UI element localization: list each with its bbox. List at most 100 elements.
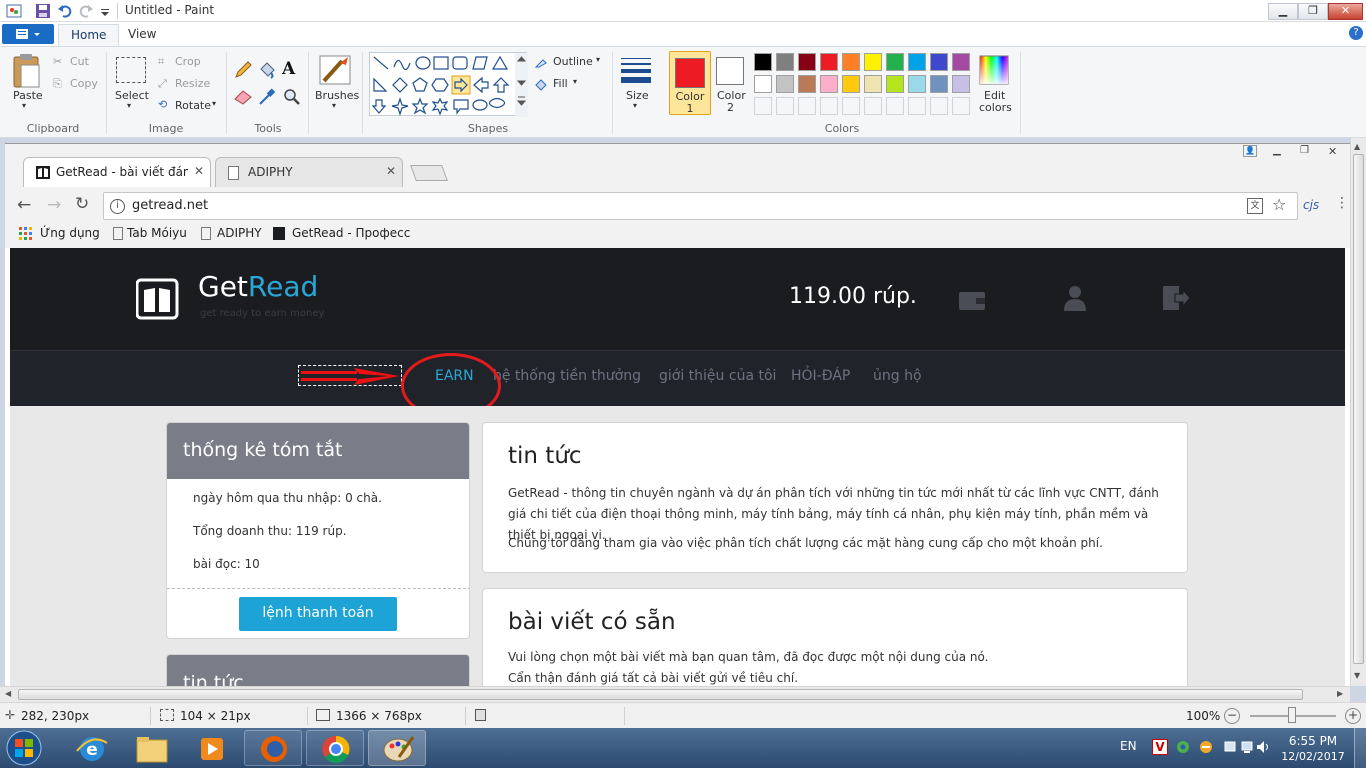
zoom-out-button[interactable]: − (1224, 708, 1240, 724)
fill-dropdown-icon[interactable]: ▾ (573, 77, 577, 86)
palette-color-swatch[interactable] (952, 75, 970, 93)
rotate-dropdown-icon[interactable]: ▾ (212, 99, 216, 108)
palette-empty-swatch[interactable] (798, 97, 816, 115)
fill-button[interactable]: Fill (553, 77, 568, 90)
browser-profile-icon[interactable]: 👤 (1243, 145, 1257, 157)
paste-icon[interactable] (11, 53, 43, 89)
tab-home[interactable]: Home (58, 24, 120, 46)
bookmark-tab-moiyu[interactable]: Tab Móiyu (127, 226, 187, 240)
explorer-icon[interactable] (122, 730, 180, 766)
browser-close-button[interactable]: ✕ (1328, 145, 1337, 158)
tab-close-icon[interactable]: ✕ (386, 164, 396, 178)
back-icon[interactable]: ← (17, 195, 31, 215)
firefox-icon[interactable] (244, 730, 302, 766)
palette-empty-swatch[interactable] (754, 97, 772, 115)
chrome-icon[interactable] (306, 730, 364, 766)
volume-icon[interactable] (1255, 739, 1271, 755)
palette-color-swatch[interactable] (908, 53, 926, 71)
text-tool-icon[interactable]: A (282, 59, 302, 81)
palette-color-swatch[interactable] (798, 75, 816, 93)
paste-dropdown-icon[interactable]: ▾ (22, 101, 26, 110)
color2-number[interactable]: 2 (727, 101, 734, 114)
close-button[interactable]: ✕ (1328, 3, 1363, 20)
bookmark-star-icon[interactable]: ☆ (1272, 195, 1286, 214)
resize-icon[interactable]: ⤢ (158, 77, 167, 91)
scroll-down-icon[interactable]: ▼ (1354, 671, 1360, 680)
size-dropdown-icon[interactable]: ▾ (633, 101, 637, 110)
vertical-scroll-thumb[interactable] (1353, 154, 1364, 664)
paint-app-icon[interactable] (6, 3, 22, 19)
palette-empty-swatch[interactable] (820, 97, 838, 115)
extension-cjs[interactable]: cjs (1303, 198, 1319, 212)
scroll-left-icon[interactable]: ◀ (5, 689, 11, 698)
crop-icon[interactable]: ⌗ (158, 55, 164, 69)
network-icon[interactable] (1240, 739, 1256, 755)
select-dropdown-icon[interactable]: ▾ (127, 101, 131, 110)
nav-faq[interactable]: HỎI-ĐÁP (791, 368, 850, 384)
antivirus-tray-icon[interactable]: V (1152, 739, 1168, 755)
logout-icon[interactable] (1161, 284, 1191, 312)
palette-empty-swatch[interactable] (930, 97, 948, 115)
tab-close-icon[interactable]: ✕ (194, 164, 204, 178)
palette-color-swatch[interactable] (864, 53, 882, 71)
site-logo-text[interactable]: GetRead (198, 270, 318, 303)
language-indicator[interactable]: EN (1120, 739, 1137, 753)
outline-icon[interactable] (534, 55, 548, 69)
horizontal-scroll-thumb[interactable] (18, 689, 1303, 700)
palette-color-swatch[interactable] (886, 53, 904, 71)
palette-color-swatch[interactable] (754, 53, 772, 71)
palette-color-swatch[interactable] (820, 75, 838, 93)
ie-icon[interactable]: e (62, 730, 120, 766)
quick-access-dropdown-icon[interactable] (99, 3, 111, 19)
brushes-button[interactable]: Brushes (315, 89, 359, 102)
size-icon[interactable] (620, 56, 652, 84)
getread-logo-icon[interactable] (136, 278, 180, 320)
size-button[interactable]: Size (626, 89, 649, 102)
user-icon[interactable] (1063, 284, 1087, 312)
zoom-slider-thumb[interactable] (1288, 707, 1296, 723)
browser-menu-icon[interactable]: ⋮ (1335, 195, 1349, 211)
nav-rewards[interactable]: hệ thống tiền thưởng (493, 368, 641, 384)
browser-tab-adiphy[interactable]: ADIPHY ✕ (215, 157, 403, 187)
nav-referral[interactable]: giới thiệu của tôi (659, 368, 776, 384)
vertical-scrollbar[interactable]: ▲ ▼ (1350, 138, 1366, 686)
brushes-icon[interactable] (318, 53, 352, 87)
url-text[interactable]: getread.net (132, 198, 208, 213)
palette-color-swatch[interactable] (930, 75, 948, 93)
crop-button[interactable]: Crop (175, 55, 201, 68)
palette-empty-swatch[interactable] (952, 97, 970, 115)
tab-view[interactable]: View (116, 24, 168, 46)
forward-icon[interactable]: → (47, 195, 61, 215)
bookmark-getread[interactable]: GetRead - Професси (292, 226, 410, 240)
palette-color-swatch[interactable] (842, 75, 860, 93)
palette-color-swatch[interactable] (864, 75, 882, 93)
pencil-icon[interactable] (233, 60, 253, 80)
paste-button[interactable]: Paste (13, 89, 43, 102)
palette-color-swatch[interactable] (776, 75, 794, 93)
color2-swatch[interactable] (716, 57, 744, 85)
start-button[interactable] (4, 729, 44, 767)
file-menu-button[interactable] (2, 24, 54, 44)
restore-button[interactable]: ❐ (1298, 3, 1328, 20)
brushes-dropdown-icon[interactable]: ▾ (332, 101, 336, 110)
reload-icon[interactable]: ↻ (75, 194, 89, 214)
address-bar[interactable]: i getread.net 文 ☆ (103, 192, 1298, 220)
palette-color-swatch[interactable] (930, 53, 948, 71)
browser-restore-button[interactable]: ❐ (1300, 145, 1309, 156)
palette-color-swatch[interactable] (886, 75, 904, 93)
network-share-tray-icon[interactable] (1175, 739, 1191, 755)
scroll-right-icon[interactable]: ▶ (1337, 689, 1343, 698)
palette-color-swatch[interactable] (820, 53, 838, 71)
show-desktop-button[interactable] (1354, 728, 1366, 768)
scroll-up-icon[interactable]: ▲ (1354, 142, 1360, 151)
media-player-icon[interactable] (182, 730, 240, 766)
redo-icon[interactable] (78, 3, 94, 19)
outline-dropdown-icon[interactable]: ▾ (596, 55, 600, 64)
palette-color-swatch[interactable] (754, 75, 772, 93)
shapes-gallery[interactable] (369, 52, 528, 117)
palette-empty-swatch[interactable] (886, 97, 904, 115)
apps-grid-icon[interactable] (19, 227, 33, 241)
wallet-icon[interactable] (958, 288, 986, 312)
paint-canvas[interactable]: 👤 ▁ ❐ ✕ GetRead - bài viết đánh g ✕ ADIP… (5, 143, 1350, 686)
browser-minimize-button[interactable]: ▁ (1273, 145, 1281, 156)
